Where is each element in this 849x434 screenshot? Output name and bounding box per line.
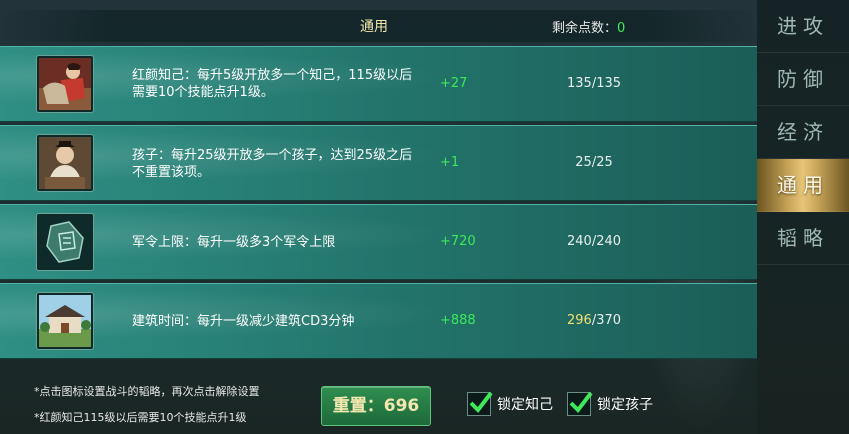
remaining-points-label: 剩余点数： [552,21,618,36]
tab-defense[interactable]: 防御 [757,53,849,106]
skill-progress-current: 25 [575,155,592,170]
reset-button[interactable]: 重置：696 [321,386,431,426]
skill-row-orders[interactable]: 军令上限：每升一级多3个军令上限 +720 240/240 [0,204,757,280]
checkmark-icon [569,391,593,414]
tab-strategy[interactable]: 韬略 [757,212,849,265]
skill-bonus: +27 [440,76,468,91]
portrait-rider-icon[interactable] [37,56,93,112]
building-icon[interactable] [37,293,93,349]
skill-bonus: +888 [440,313,476,328]
skill-progress-max: /25 [591,155,613,170]
skill-progress-current: 240 [566,234,592,249]
footer-note-2: *红颜知己115级以后需要10个技能点升1级 [34,411,247,424]
remaining-points-value: 0 [617,21,626,36]
skill-description: 孩子：每升25级开放多一个孩子，达到25级之后不重置该项。 [132,148,413,180]
tab-economy[interactable]: 经济 [757,106,849,159]
checkmark-icon [469,391,493,414]
skill-description: 红颜知己：每升5级开放多一个知己，115级以后需要10个技能点升1级。 [132,68,413,100]
lock-child-checkbox[interactable]: 锁定孩子 [567,391,653,416]
skill-progress: 135/135 [540,76,648,91]
lock-confidant-checkbox[interactable]: 锁定知己 [467,391,553,416]
skill-bonus: +1 [440,155,460,170]
skill-progress-current: 296 [566,313,592,328]
skill-description: 军令上限：每升一级多3个军令上限 [132,235,336,250]
skill-progress-max: /240 [591,234,622,249]
skill-progress: 240/240 [540,234,648,249]
skill-description: 建筑时间：每升一级减少建筑CD3分钟 [132,314,355,329]
lock-confidant-label: 锁定知己 [497,397,553,413]
skill-progress-max: /135 [591,76,622,91]
jade-token-icon[interactable] [37,214,93,270]
category-sidebar: 进攻 防御 经济 通用 韬略 [757,0,849,434]
skill-progress-max: /370 [591,313,622,328]
lock-child-label: 锁定孩子 [597,397,653,413]
skill-row-confidant[interactable]: 红颜知己：每升5级开放多一个知己，115级以后需要10个技能点升1级。 +27 … [0,46,757,122]
portrait-child-icon[interactable] [37,135,93,191]
skill-row-child[interactable]: 孩子：每升25级开放多一个孩子，达到25级之后不重置该项。 +1 25/25 [0,125,757,201]
tab-attack[interactable]: 进攻 [757,0,849,53]
skill-progress: 296/370 [540,313,648,328]
skill-progress: 25/25 [540,155,648,170]
checkbox-box[interactable] [467,391,493,416]
skill-progress-current: 135 [566,76,592,91]
skill-row-building[interactable]: 建筑时间：每升一级减少建筑CD3分钟 +888 296/370 [0,283,757,359]
checkbox-box[interactable] [567,391,593,416]
footer-note-1: *点击图标设置战斗的韬略，再次点击解除设置 [34,385,260,398]
page-title: 通用 [360,19,388,35]
tab-general[interactable]: 通用 [757,159,849,212]
header-bar: 通用 剩余点数：0 [0,10,757,42]
remaining-points: 剩余点数：0 [552,17,625,36]
skill-bonus: +720 [440,234,476,249]
